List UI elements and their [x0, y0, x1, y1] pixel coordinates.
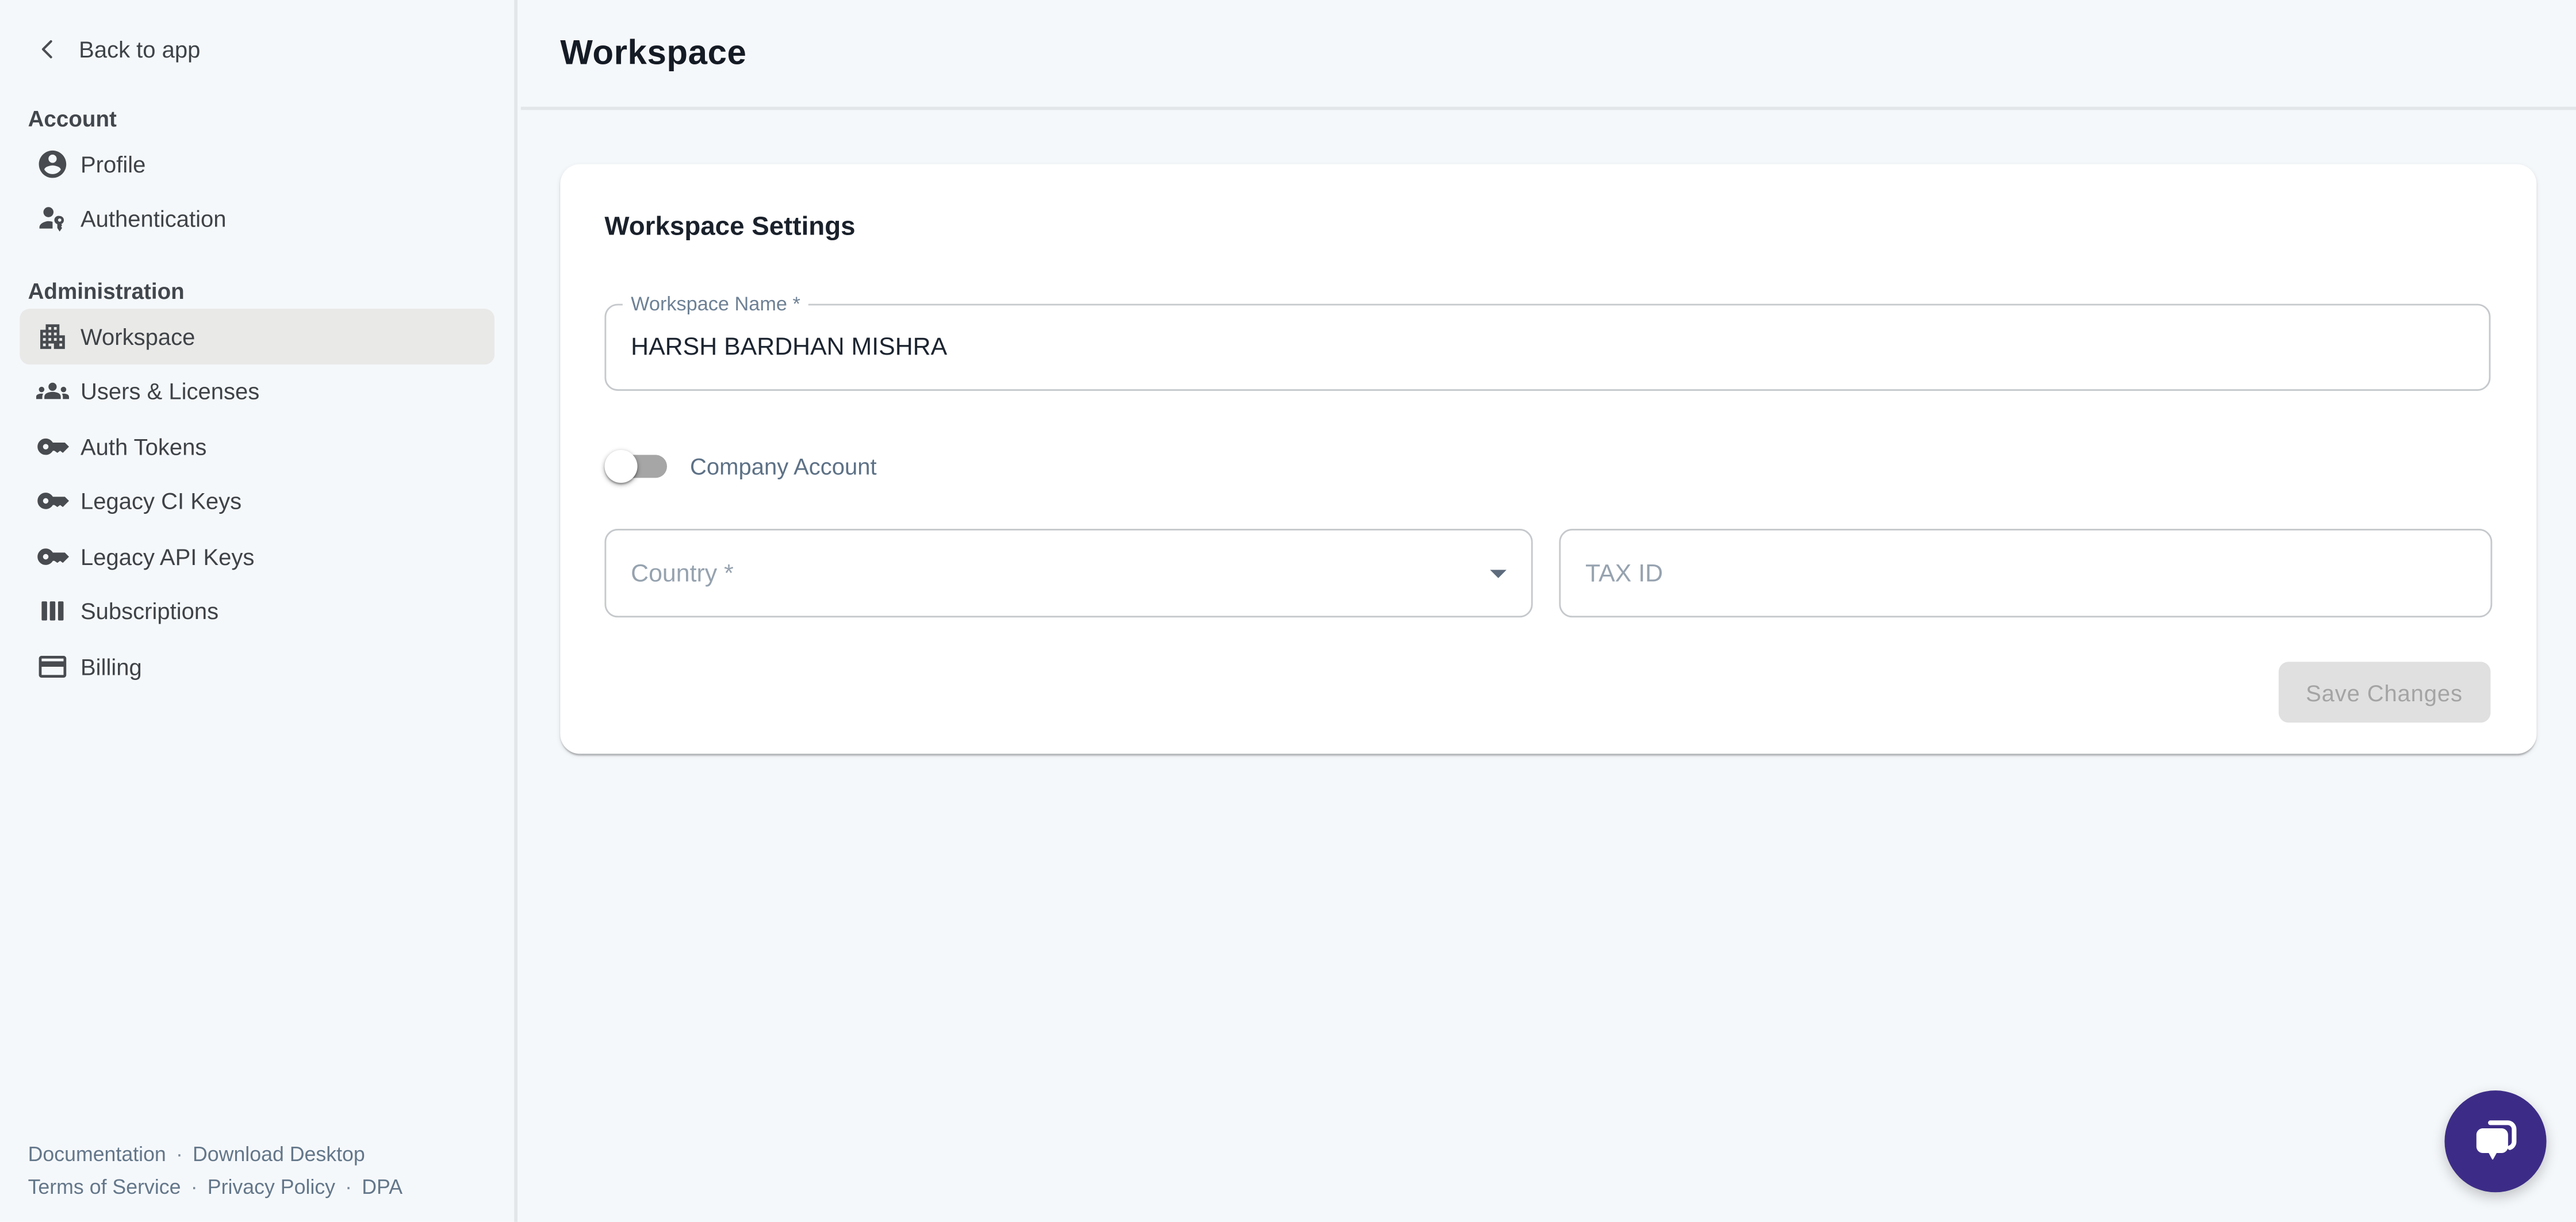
sidebar-item-label: Users & Licenses — [80, 378, 259, 405]
person-key-icon — [36, 202, 69, 235]
sidebar-item-billing[interactable]: Billing — [20, 639, 494, 694]
privacy-policy-link[interactable]: Privacy Policy — [208, 1175, 335, 1198]
credit-card-icon — [36, 650, 69, 683]
sidebar-item-label: Legacy API Keys — [80, 543, 254, 570]
dot-separator: · — [166, 1143, 193, 1166]
sidebar-item-label: Legacy CI Keys — [80, 488, 241, 514]
chat-launcher-button[interactable] — [2444, 1090, 2546, 1192]
dot-separator: · — [335, 1175, 362, 1198]
sidebar-item-authentication[interactable]: Authentication — [20, 191, 494, 247]
page-title: Workspace — [560, 34, 746, 74]
tax-id-input[interactable] — [1561, 531, 2490, 616]
terms-of-service-link[interactable]: Terms of Service — [28, 1175, 181, 1198]
chat-bubbles-icon — [2467, 1113, 2523, 1169]
sidebar-footer: Documentation·Download Desktop Terms of … — [28, 1140, 402, 1204]
chevron-left-icon — [33, 34, 62, 63]
building-icon — [36, 320, 69, 352]
sidebar-item-label: Billing — [80, 653, 142, 679]
sidebar-item-legacy-ci-keys[interactable]: Legacy CI Keys — [20, 474, 494, 529]
dpa-link[interactable]: DPA — [362, 1175, 402, 1198]
sidebar-item-users-licenses[interactable]: Users & Licenses — [20, 364, 494, 419]
documentation-link[interactable]: Documentation — [28, 1143, 166, 1166]
sidebar-item-label: Auth Tokens — [80, 433, 206, 460]
groups-icon — [36, 375, 69, 408]
toggle-thumb — [604, 450, 637, 483]
workspace-name-label: Workspace Name * — [623, 291, 808, 317]
key-icon — [36, 430, 69, 463]
sidebar-item-legacy-api-keys[interactable]: Legacy API Keys — [20, 529, 494, 584]
sidebar-item-subscriptions[interactable]: Subscriptions — [20, 584, 494, 639]
account-circle-icon — [36, 147, 69, 180]
country-select[interactable] — [604, 529, 1532, 617]
sidebar-item-profile[interactable]: Profile — [20, 136, 494, 191]
company-account-label: Company Account — [690, 454, 877, 480]
download-desktop-link[interactable]: Download Desktop — [193, 1143, 365, 1166]
main-content: Workspace Workspace Settings Workspace N… — [521, 0, 2576, 1222]
footer-row-1: Documentation·Download Desktop — [28, 1140, 402, 1172]
sidebar-item-label: Subscriptions — [80, 598, 218, 625]
sidebar-item-label: Workspace — [80, 323, 195, 349]
card-title: Workspace Settings — [604, 213, 855, 243]
tax-id-field[interactable] — [1559, 529, 2492, 617]
sidebar-item-workspace[interactable]: Workspace — [20, 309, 494, 364]
workspace-name-field[interactable]: Workspace Name * — [604, 304, 2490, 391]
sidebar-item-auth-tokens[interactable]: Auth Tokens — [20, 419, 494, 474]
sidebar-item-label: Authentication — [80, 206, 227, 232]
app-root: Back to app Account Profile Authenticati… — [0, 0, 2576, 1222]
workspace-name-input[interactable] — [606, 305, 2489, 389]
workspace-settings-card: Workspace Settings Workspace Name * Comp… — [560, 164, 2536, 754]
settings-sidebar: Back to app Account Profile Authenticati… — [0, 0, 518, 1222]
page-header: Workspace — [521, 0, 2576, 110]
sidebar-item-label: Profile — [80, 151, 145, 177]
columns-icon — [36, 595, 69, 628]
section-title-account: Account — [28, 107, 515, 133]
key-icon — [36, 485, 69, 518]
key-icon — [36, 540, 69, 572]
country-select-input[interactable] — [606, 531, 1531, 616]
dot-separator: · — [181, 1175, 208, 1198]
back-to-app-label: Back to app — [79, 35, 200, 62]
back-to-app-button[interactable]: Back to app — [33, 28, 514, 69]
company-account-row: Company Account — [604, 433, 876, 499]
footer-row-2: Terms of Service·Privacy Policy·DPA — [28, 1172, 402, 1204]
save-changes-button[interactable]: Save Changes — [2278, 662, 2491, 723]
section-title-administration: Administration — [28, 279, 515, 306]
company-account-toggle[interactable] — [604, 447, 670, 486]
